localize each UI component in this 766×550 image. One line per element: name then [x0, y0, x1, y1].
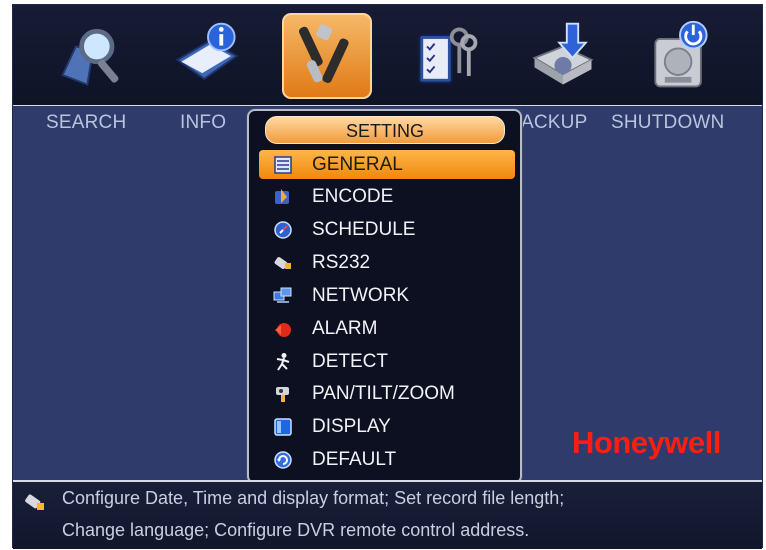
default-icon — [273, 450, 293, 470]
schedule-icon — [273, 220, 293, 240]
menu-item-network[interactable]: NETWORK — [259, 281, 515, 310]
setting-tools-icon — [298, 24, 349, 84]
menu-item-default[interactable]: DEFAULT — [259, 445, 515, 474]
shutdown-tool-button[interactable] — [635, 13, 725, 99]
menu-item-label: SCHEDULE — [312, 218, 416, 240]
setting-tool-button[interactable] — [282, 13, 372, 99]
brand-logo: Honeywell — [572, 425, 721, 460]
menu-item-display[interactable]: DISPLAY — [259, 412, 515, 441]
menu-item-label: DISPLAY — [312, 415, 391, 437]
menu-item-label: ENCODE — [312, 185, 394, 207]
info-tool-button[interactable] — [163, 13, 253, 99]
info-tool-label: INFO — [180, 112, 227, 133]
menu-item-label: NETWORK — [312, 284, 410, 306]
status-hint-line-1: Configure Date, Time and display format;… — [62, 488, 565, 508]
setting-menu-title: SETTING — [265, 116, 505, 144]
menu-item-general[interactable]: GENERAL — [259, 150, 515, 179]
shutdown-icon — [654, 20, 708, 88]
menu-item-ptz[interactable]: PAN/TILT/ZOOM — [259, 379, 515, 408]
encode-icon — [273, 187, 293, 207]
info-icon — [175, 22, 239, 80]
shutdown-tool-label: SHUTDOWN — [611, 112, 725, 133]
menu-item-detect[interactable]: DETECT — [259, 347, 515, 376]
backup-tool-label: ACKUP — [521, 112, 588, 133]
menu-item-label: RS232 — [312, 251, 371, 273]
backup-icon — [532, 22, 594, 85]
search-tool-button[interactable] — [48, 13, 138, 99]
tool-hint-icon — [25, 494, 44, 510]
ptz-icon — [273, 384, 293, 404]
setting-menu: SETTING GENERAL ENCODE SCHEDULE RS232 NE… — [247, 109, 522, 484]
menu-item-label: DEFAULT — [312, 448, 397, 470]
menu-item-encode[interactable]: ENCODE — [259, 182, 515, 211]
search-icon — [61, 28, 119, 86]
dvr-screen: SEARCH INFO ACKUP SHUTDOWN SETTING GENER… — [12, 4, 763, 549]
advanced-tool-button[interactable] — [401, 13, 491, 99]
menu-item-alarm[interactable]: ALARM — [259, 314, 515, 343]
search-tool-label: SEARCH — [46, 112, 127, 133]
menu-item-label: DETECT — [312, 350, 388, 372]
network-icon — [273, 286, 293, 306]
menu-item-label: PAN/TILT/ZOOM — [312, 382, 455, 404]
status-bar: Configure Date, Time and display format;… — [13, 480, 762, 549]
rs232-icon — [273, 253, 293, 273]
backup-tool-button[interactable] — [518, 13, 608, 99]
general-icon — [273, 155, 293, 175]
display-icon — [273, 417, 293, 437]
detect-icon — [273, 352, 293, 372]
menu-item-schedule[interactable]: SCHEDULE — [259, 215, 515, 244]
menu-item-rs232[interactable]: RS232 — [259, 248, 515, 277]
status-hint-line-2: Change language; Configure DVR remote co… — [62, 520, 530, 540]
menu-item-label: GENERAL — [312, 153, 403, 175]
alarm-icon — [273, 319, 293, 339]
advanced-keys-icon — [418, 27, 478, 84]
menu-item-label: ALARM — [312, 317, 378, 339]
main-toolbar — [13, 5, 762, 106]
